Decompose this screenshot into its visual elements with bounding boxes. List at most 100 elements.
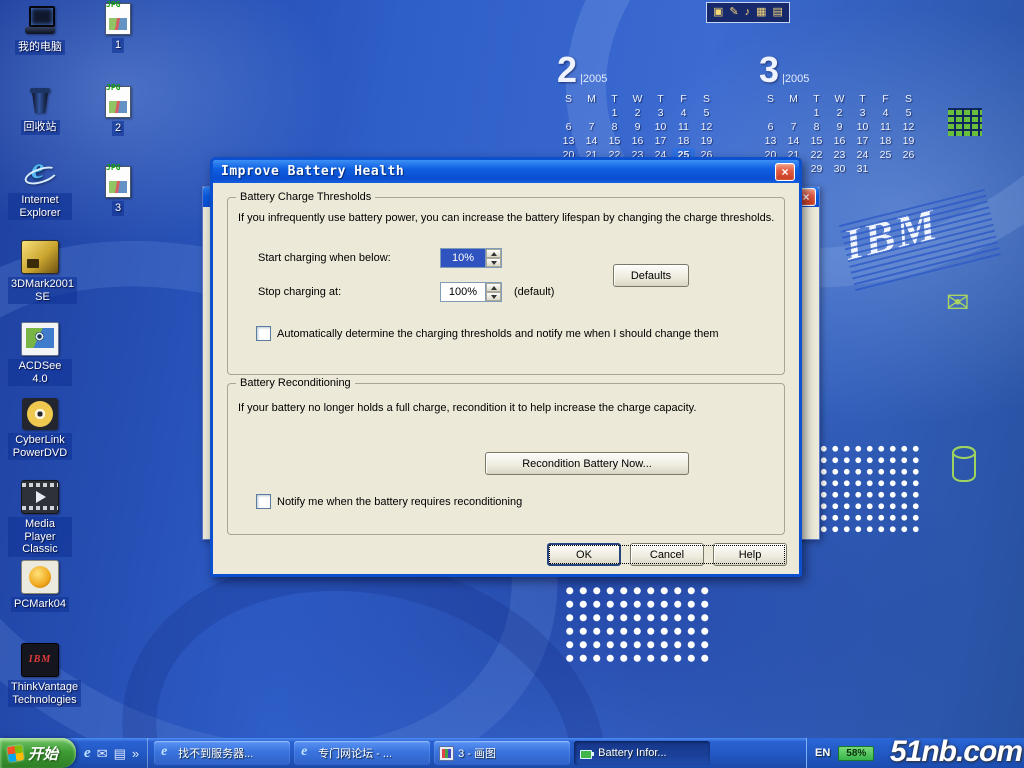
windows-logo-icon — [7, 745, 24, 762]
battery-indicator[interactable]: 58% — [838, 746, 874, 761]
calendar-day — [782, 106, 805, 120]
defaults-button[interactable]: Defaults — [613, 264, 689, 287]
start-button[interactable]: 开始 — [0, 738, 76, 768]
calendar-day-header: S — [759, 92, 782, 106]
desktop-icon-label: 3 — [112, 201, 124, 216]
taskbar-task[interactable]: 找不到服务器... — [154, 741, 290, 765]
desktop-icon-my-computer[interactable]: 我的电脑 — [8, 5, 72, 55]
quick-launch-ie-icon[interactable]: e — [84, 745, 91, 762]
wallpaper-grid-icon — [948, 108, 982, 136]
desktop-icon-acdsee[interactable]: ACDSee 4.0 — [8, 322, 72, 387]
dialog-titlebar[interactable]: Improve Battery Health × — [213, 160, 799, 183]
calendar-day: 31 — [851, 162, 874, 176]
dialog-button-row: OK Cancel Help — [547, 543, 787, 566]
start-charging-row: Start charging when below: 10% — [228, 248, 784, 268]
task-label: Battery Infor... — [598, 747, 666, 759]
dialog-body: Battery Charge Thresholds If you infrequ… — [213, 183, 799, 577]
calendar-day: 30 — [828, 162, 851, 176]
quick-launch-overflow-icon[interactable]: » — [132, 747, 139, 760]
calendar-day: 7 — [580, 120, 603, 134]
calendar-day: 15 — [603, 134, 626, 148]
spinner-buttons — [485, 249, 501, 267]
calendar-day: 8 — [805, 120, 828, 134]
desktop-icon-label: Media Player Classic — [8, 517, 72, 557]
calendar-day-header: S — [557, 92, 580, 106]
desktop-icon-powerdvd[interactable]: CyberLink PowerDVD — [8, 398, 72, 461]
pen-icon[interactable]: ✎ — [729, 7, 738, 18]
language-indicator[interactable]: EN — [815, 747, 830, 759]
quick-launch: e ✉ ▤ » — [76, 738, 148, 768]
desktop-icon-jpg-2[interactable]: 2 — [93, 86, 143, 136]
calendar-day: 19 — [897, 134, 920, 148]
reconditioning-description: If your battery no longer holds a full c… — [238, 402, 696, 414]
calendar-day: 1 — [805, 106, 828, 120]
ibm-logo: IBM — [838, 186, 991, 290]
wallpaper-dot-grid — [563, 584, 713, 664]
taskbar-task[interactable]: Battery Infor... — [574, 741, 710, 765]
dialog-title: Improve Battery Health — [221, 164, 775, 179]
close-button[interactable]: × — [775, 163, 795, 181]
calendar-day: 7 — [782, 120, 805, 134]
stop-charge-spinner[interactable]: 100% — [440, 282, 502, 302]
wallpaper-dot-grid — [818, 443, 920, 533]
spin-up-icon[interactable] — [486, 249, 501, 258]
spin-down-icon[interactable] — [486, 292, 501, 301]
calendar-day — [874, 162, 897, 176]
group-title: Battery Charge Thresholds — [236, 191, 375, 203]
taskbar-task[interactable]: 3 - 画图 — [434, 741, 570, 765]
desktop-icon-label: Internet Explorer — [8, 193, 72, 220]
auto-determine-checkbox-row[interactable]: Automatically determine the charging thr… — [256, 326, 718, 341]
desktop-icon-label: CyberLink PowerDVD — [8, 433, 72, 460]
stop-charge-value[interactable]: 100% — [441, 283, 485, 301]
desktop-icon-label: ThinkVantage Technologies — [8, 680, 81, 707]
desktop: IBM ✉ 2|2005SMTWTFS123456789101112131415… — [0, 0, 1024, 768]
ok-button[interactable]: OK — [547, 543, 621, 566]
start-charge-spinner[interactable]: 10% — [440, 248, 502, 268]
stop-charging-label: Stop charging at: — [258, 286, 341, 298]
desktop-icon-3dmark[interactable]: 3DMark2001 SE — [8, 240, 72, 305]
jpg-file-icon — [105, 3, 131, 35]
calendar-day — [897, 162, 920, 176]
start-charge-value[interactable]: 10% — [441, 249, 485, 267]
keyboard-icon[interactable]: ▦ — [756, 7, 766, 18]
pcmark-icon — [21, 560, 59, 594]
calendar-day-header: T — [603, 92, 626, 106]
music-icon[interactable]: ♪ — [745, 7, 751, 18]
spin-down-icon[interactable] — [486, 258, 501, 267]
calendar-day: 23 — [828, 148, 851, 162]
desktop-icon-ie[interactable]: Internet Explorer — [8, 158, 72, 221]
notify-reconditioning-label: Notify me when the battery requires reco… — [277, 496, 522, 508]
desktop-icon-jpg-1[interactable]: 1 — [93, 3, 143, 53]
calendar-day: 12 — [897, 120, 920, 134]
watermark: 51nb.com — [890, 735, 1022, 768]
desktop-icon-jpg-3[interactable]: 3 — [93, 166, 143, 216]
calendar-day: 11 — [672, 120, 695, 134]
checkbox-unchecked[interactable] — [256, 494, 271, 509]
quick-launch-desktop-icon[interactable]: ▤ — [114, 747, 126, 760]
calendar-day: 26 — [897, 148, 920, 162]
taskbar-task[interactable]: 专门网论坛 - ... — [294, 741, 430, 765]
clamp-icon[interactable]: ▣ — [713, 7, 723, 18]
spin-up-icon[interactable] — [486, 283, 501, 292]
quick-launch-mail-icon[interactable]: ✉ — [97, 747, 108, 760]
jpg-file-icon — [105, 86, 131, 118]
desktop-icon-recycle-bin[interactable]: 回收站 — [8, 85, 72, 135]
floating-toolbar[interactable]: ▣ ✎ ♪ ▦ ▤ — [706, 2, 790, 23]
checkbox-unchecked[interactable] — [256, 326, 271, 341]
calendar-day-header: W — [828, 92, 851, 106]
calendar-day: 14 — [580, 134, 603, 148]
start-charging-label: Start charging when below: — [258, 252, 391, 264]
calendar-day: 18 — [672, 134, 695, 148]
calendar-day: 5 — [897, 106, 920, 120]
desktop-icon-pcmark[interactable]: PCMark04 — [8, 560, 72, 612]
recondition-battery-button[interactable]: Recondition Battery Now... — [485, 452, 689, 475]
notify-reconditioning-checkbox-row[interactable]: Notify me when the battery requires reco… — [256, 494, 522, 509]
notes-icon[interactable]: ▤ — [773, 7, 783, 18]
desktop-icon-mpc[interactable]: Media Player Classic — [8, 480, 72, 557]
desktop-icon-thinkvantage[interactable]: ThinkVantage Technologies — [8, 643, 72, 708]
spinner-buttons — [485, 283, 501, 301]
battery-icon — [579, 746, 594, 761]
calendar-day-header: T — [805, 92, 828, 106]
calendar-day: 6 — [557, 120, 580, 134]
calendar-day: 18 — [874, 134, 897, 148]
